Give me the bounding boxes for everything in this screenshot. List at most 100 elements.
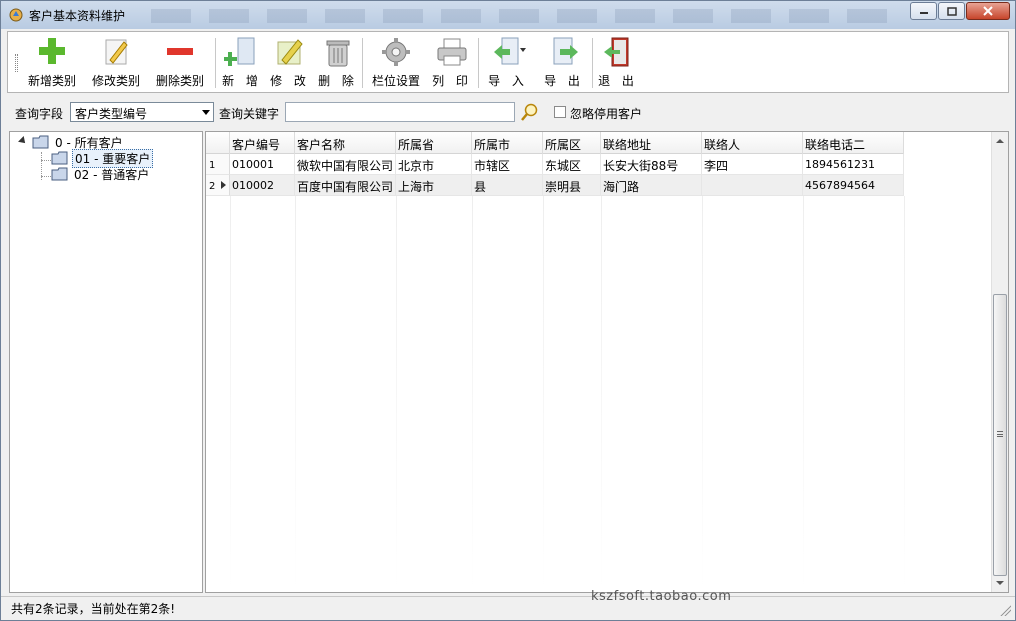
search-icon[interactable] — [520, 102, 540, 122]
delete-button[interactable]: 删 除 — [318, 36, 358, 90]
status-text: 共有2条记录，当前处在第2条! — [11, 602, 176, 616]
column-settings-label: 栏位设置 — [371, 74, 420, 88]
cell-customer-code[interactable]: 010002 — [230, 175, 295, 196]
resize-grip-icon[interactable] — [999, 604, 1011, 616]
cell-address[interactable]: 长安大街88号 — [601, 154, 702, 175]
exit-door-icon — [604, 37, 629, 67]
scroll-down-icon[interactable] — [996, 581, 1004, 585]
toolbar-separator — [362, 38, 363, 88]
column-header[interactable]: 联络人 — [702, 132, 803, 154]
column-header[interactable]: 客户编号 — [230, 132, 295, 154]
maximize-icon — [946, 6, 957, 16]
customer-grid: 客户编号 客户名称 所属省 所属市 所属区 联络地址 联络人 联络电话二 1 0… — [205, 131, 1009, 593]
maximize-button[interactable] — [938, 2, 965, 20]
column-guide — [803, 196, 804, 592]
cell-customer-name[interactable]: 百度中国有限公司 — [295, 175, 396, 196]
toolbar-separator — [592, 38, 593, 88]
main-window: 客户基本资料维护 新增类别 修改类别 删除类别 新 增 修 改 删 除 栏位设置… — [0, 0, 1016, 621]
export-button[interactable]: 导 出 — [544, 36, 584, 90]
column-guide — [601, 196, 602, 592]
exit-label: 退 出 — [598, 74, 638, 88]
column-header[interactable]: 联络地址 — [601, 132, 702, 154]
gear-icon — [382, 38, 410, 66]
cell-contact[interactable] — [702, 175, 803, 196]
column-header[interactable]: 客户名称 — [295, 132, 396, 154]
row-number: 1 — [206, 154, 230, 175]
plus-icon — [39, 38, 65, 64]
tree-connector — [41, 176, 51, 177]
title-bar-background — [151, 9, 891, 23]
ignore-disabled-checkbox[interactable] — [554, 106, 566, 118]
export-icon — [553, 37, 578, 65]
watermark: kszfsoft.taobao.com — [591, 589, 732, 604]
toolbar-grip[interactable] — [15, 54, 18, 72]
add-document-icon — [224, 37, 255, 66]
edit-pencil-icon — [105, 39, 128, 65]
tree-node-important[interactable]: 01 - 重要客户 — [51, 148, 154, 168]
column-header[interactable]: 所属区 — [543, 132, 601, 154]
query-field-value: 客户类型编号 — [75, 107, 148, 121]
add-category-label: 新增类别 — [27, 74, 76, 88]
cell-province[interactable]: 北京市 — [396, 154, 472, 175]
add-button[interactable]: 新 增 — [222, 36, 262, 90]
tree-connector — [41, 160, 51, 161]
minimize-button[interactable] — [910, 2, 937, 20]
edit-icon — [277, 39, 303, 65]
column-header[interactable]: 所属省 — [396, 132, 472, 154]
cell-address[interactable]: 海门路 — [601, 175, 702, 196]
chevron-down-icon — [202, 110, 210, 115]
print-label: 列 印 — [432, 74, 472, 88]
tree-collapse-icon[interactable] — [18, 136, 28, 146]
cell-phone2[interactable]: 4567894564 — [803, 175, 904, 196]
cell-city[interactable]: 县 — [472, 175, 543, 196]
cell-district[interactable]: 崇明县 — [543, 175, 601, 196]
exit-button[interactable]: 退 出 — [598, 36, 638, 90]
row-number: 2 — [206, 175, 230, 196]
window-title: 客户基本资料维护 — [29, 9, 126, 23]
keyword-input[interactable] — [285, 102, 515, 122]
delete-label: 删 除 — [318, 74, 358, 88]
tree-node-normal[interactable]: 02 - 普通客户 — [51, 166, 151, 182]
delete-category-label: 删除类别 — [155, 74, 204, 88]
cell-customer-name[interactable]: 微软中国有限公司 — [295, 154, 396, 175]
scroll-grip-icon — [997, 431, 1003, 437]
query-field-label: 查询字段 — [15, 107, 64, 121]
column-settings-button[interactable]: 栏位设置 — [370, 36, 422, 90]
column-header[interactable]: 联络电话二 — [803, 132, 904, 154]
cell-contact[interactable]: 李四 — [702, 154, 803, 175]
cell-district[interactable]: 东城区 — [543, 154, 601, 175]
cell-province[interactable]: 上海市 — [396, 175, 472, 196]
column-guide — [230, 196, 231, 592]
edit-label: 修 改 — [270, 74, 310, 88]
scroll-up-icon[interactable] — [996, 139, 1004, 143]
table-row[interactable]: 1 010001 微软中国有限公司 北京市 市辖区 东城区 长安大街88号 李四… — [206, 154, 904, 175]
export-label: 导 出 — [544, 74, 584, 88]
row-number-text: 2 — [209, 181, 216, 192]
scroll-thumb[interactable] — [993, 294, 1007, 576]
close-icon — [983, 6, 993, 16]
cell-city[interactable]: 市辖区 — [472, 154, 543, 175]
edit-button[interactable]: 修 改 — [270, 36, 310, 90]
toolbar-separator — [478, 38, 479, 88]
print-button[interactable]: 列 印 — [432, 36, 472, 90]
import-button[interactable]: 导 入 — [484, 36, 532, 90]
delete-category-button[interactable]: 删除类别 — [154, 36, 206, 90]
column-header[interactable]: 所属市 — [472, 132, 543, 154]
table-row-current[interactable]: 2 010002 百度中国有限公司 上海市 县 崇明县 海门路 45678945… — [206, 175, 904, 196]
add-category-button[interactable]: 新增类别 — [26, 36, 78, 90]
cell-customer-code[interactable]: 010001 — [230, 154, 295, 175]
edit-category-button[interactable]: 修改类别 — [90, 36, 142, 90]
app-icon — [9, 8, 23, 22]
close-button[interactable] — [966, 2, 1010, 20]
folder-icon — [51, 167, 68, 181]
vertical-scrollbar[interactable] — [991, 132, 1008, 592]
minus-icon — [167, 48, 193, 55]
query-field-select[interactable]: 客户类型编号 — [70, 102, 214, 122]
row-header-corner — [206, 132, 230, 154]
toolbar-separator — [215, 38, 216, 88]
add-label: 新 增 — [222, 74, 262, 88]
title-bar: 客户基本资料维护 — [1, 1, 1015, 29]
column-guide — [543, 196, 544, 592]
cell-phone2[interactable]: 1894561231 — [803, 154, 904, 175]
folder-icon — [32, 135, 49, 149]
